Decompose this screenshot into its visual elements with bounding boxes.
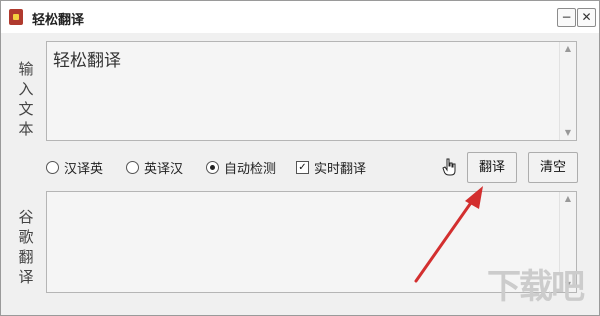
clear-button[interactable]: 清空 [528,152,578,183]
radio-en-to-zh[interactable] [126,160,139,174]
option-en-to-zh[interactable]: 英译汉 [126,159,184,177]
translate-button[interactable]: 翻译 [467,152,517,183]
output-label-char: 译 [18,268,34,286]
scroll-down-icon[interactable]: ▼ [560,126,576,140]
option-auto-detect[interactable]: 自动检测 [206,159,277,177]
option-realtime-label: 实时翻译 [314,161,367,177]
input-scrollbar[interactable]: ▲ ▼ [559,42,576,140]
input-textarea[interactable]: 轻松翻译 ▲ ▼ [46,41,577,141]
output-label-char: 翻 [18,248,34,266]
hand-cursor-icon [442,158,456,176]
output-text-label: 谷 歌 翻 译 [17,207,35,287]
watermark-logo: 下载吧 [487,267,585,307]
scroll-up-icon[interactable]: ▲ [560,192,576,206]
radio-auto-detect[interactable] [206,160,219,174]
option-realtime[interactable]: ✓ 实时翻译 [296,159,367,177]
output-label-char: 歌 [18,228,34,246]
input-label-char: 文 [18,100,34,118]
option-zh-to-en[interactable]: 汉译英 [46,159,104,177]
output-label-char: 谷 [18,208,34,226]
option-auto-detect-label: 自动检测 [224,161,277,177]
input-label-char: 入 [18,80,34,98]
app-window: 轻松翻译 − ✕ 输 入 文 本 轻松翻译 ▲ ▼ 汉译英 英译汉 自动检测 ✓… [0,0,600,316]
input-text-content[interactable]: 轻松翻译 [53,46,121,71]
radio-zh-to-en[interactable] [46,160,59,174]
input-label-char: 输 [18,60,34,78]
close-button[interactable]: ✕ [577,8,596,27]
window-title: 轻松翻译 [32,13,85,28]
scroll-up-icon[interactable]: ▲ [560,42,576,56]
checkbox-realtime[interactable]: ✓ [296,160,309,174]
annotation-arrow [414,186,483,283]
app-icon [9,9,23,25]
minimize-button[interactable]: − [557,8,576,27]
input-label-char: 本 [18,120,34,138]
option-en-to-zh-label: 英译汉 [144,161,184,177]
option-zh-to-en-label: 汉译英 [64,161,104,177]
title-bar: 轻松翻译 − ✕ [1,1,599,33]
input-text-label: 输 入 文 本 [17,59,35,139]
